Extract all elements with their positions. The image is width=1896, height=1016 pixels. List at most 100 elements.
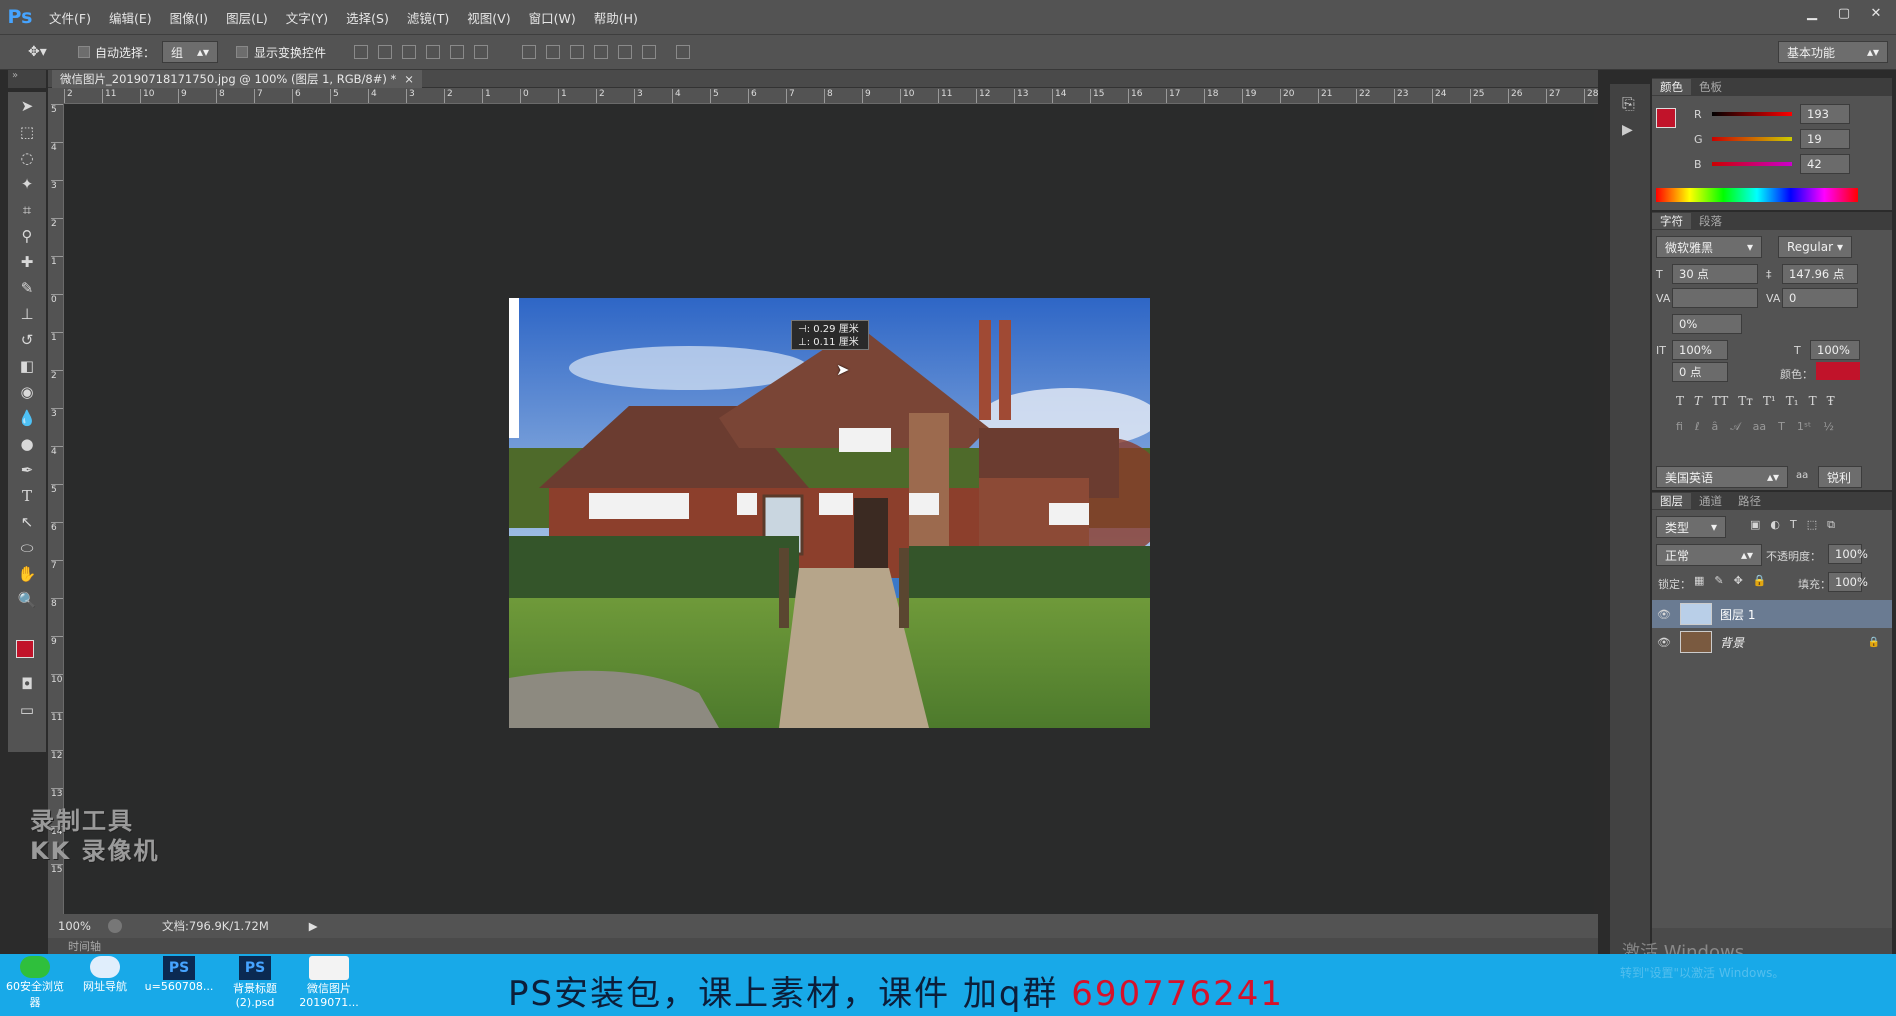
- font-size-input[interactable]: 30 点: [1672, 264, 1758, 284]
- menu-file[interactable]: 文件(F): [40, 8, 100, 27]
- titling-icon[interactable]: aa: [1753, 420, 1766, 434]
- lock-transparent-icon[interactable]: ▦: [1694, 574, 1704, 587]
- eraser-tool-icon[interactable]: ◧: [15, 356, 39, 376]
- healing-brush-tool-icon[interactable]: ✚: [15, 252, 39, 272]
- tab-channels[interactable]: 通道: [1691, 493, 1730, 509]
- filter-smart-icon[interactable]: ⧉: [1827, 518, 1835, 532]
- layer-row[interactable]: 👁 图层 1: [1652, 600, 1892, 628]
- tab-paths[interactable]: 路径: [1730, 493, 1769, 509]
- history-brush-tool-icon[interactable]: ↺: [15, 330, 39, 350]
- auto-select-dropdown[interactable]: 组 ▴▾: [162, 41, 218, 63]
- layer-name[interactable]: 背景: [1720, 634, 1744, 651]
- stylistic-icon[interactable]: 𝒜: [1730, 420, 1740, 434]
- horizontal-scale-input[interactable]: 100%: [1810, 340, 1860, 360]
- faux-bold-icon[interactable]: T: [1676, 394, 1684, 408]
- tab-swatches[interactable]: 色板: [1691, 79, 1730, 95]
- hand-tool-icon[interactable]: ✋: [15, 564, 39, 584]
- font-family-dropdown[interactable]: 微软雅黑 ▾: [1656, 236, 1762, 258]
- taskbar-item[interactable]: PS u=560708...: [144, 954, 214, 1016]
- maximize-icon[interactable]: ▢: [1832, 4, 1856, 22]
- fractions-icon[interactable]: ½: [1823, 420, 1834, 434]
- zoom-tool-icon[interactable]: 🔍: [15, 590, 39, 610]
- quick-mask-icon[interactable]: ◘: [15, 674, 39, 694]
- ellipse-tool-icon[interactable]: ⬭: [15, 538, 39, 558]
- path-selection-tool-icon[interactable]: ↖: [15, 512, 39, 532]
- move-tool-preset-icon[interactable]: ✥▾: [28, 44, 47, 60]
- menu-image[interactable]: 图像(I): [161, 8, 217, 27]
- align-bottom-icon[interactable]: [402, 45, 416, 59]
- document-tab[interactable]: 微信图片_20190718171750.jpg @ 100% (图层 1, RG…: [52, 70, 422, 88]
- all-caps-icon[interactable]: TT: [1712, 394, 1728, 408]
- status-info-icon[interactable]: [108, 919, 122, 933]
- faux-italic-icon[interactable]: T: [1694, 394, 1702, 408]
- align-vcenter-icon[interactable]: [378, 45, 392, 59]
- blur-tool-icon[interactable]: 💧: [15, 408, 39, 428]
- g-slider[interactable]: [1712, 137, 1792, 141]
- eye-icon[interactable]: 👁: [1652, 636, 1676, 649]
- distribute-hcenter-icon[interactable]: [618, 45, 632, 59]
- foreground-color-swatch[interactable]: [16, 640, 34, 658]
- r-input[interactable]: 193: [1800, 104, 1850, 124]
- fill-input[interactable]: 100%: [1828, 572, 1868, 592]
- magic-wand-tool-icon[interactable]: ✦: [15, 174, 39, 194]
- tab-paragraph[interactable]: 段落: [1691, 213, 1730, 229]
- type-tool-icon[interactable]: T: [15, 486, 39, 506]
- brush-tool-icon[interactable]: ✎: [15, 278, 39, 298]
- layer-name[interactable]: 图层 1: [1720, 606, 1755, 623]
- underline-icon[interactable]: T: [1809, 394, 1817, 408]
- filter-type-icon[interactable]: T: [1790, 518, 1797, 532]
- taskbar-item[interactable]: PS 背景标题 (2).psd: [220, 954, 290, 1016]
- canvas-area[interactable]: ⊣: 0.29 厘米 ⊥: 0.11 厘米 ➤ 录制工具 KK 录像机: [30, 104, 1594, 914]
- kerning-input[interactable]: [1672, 288, 1758, 308]
- zoom-level[interactable]: 100%: [58, 919, 102, 933]
- color-spectrum[interactable]: [1656, 188, 1858, 202]
- ligature-icon[interactable]: fi: [1676, 420, 1683, 434]
- blend-mode-dropdown[interactable]: 正常 ▴▾: [1656, 544, 1762, 566]
- ruler-origin[interactable]: [48, 88, 64, 104]
- menu-window[interactable]: 窗口(W): [520, 8, 585, 27]
- b-slider[interactable]: [1712, 162, 1792, 166]
- distribute-vcenter-icon[interactable]: [546, 45, 560, 59]
- taskbar-item[interactable]: 网址导航: [70, 954, 140, 1016]
- r-slider[interactable]: [1712, 112, 1792, 116]
- oldstyle-icon[interactable]: ȃ: [1711, 420, 1718, 434]
- opacity-input[interactable]: 100%: [1828, 544, 1868, 564]
- align-hcenter-icon[interactable]: [450, 45, 464, 59]
- menu-view[interactable]: 视图(V): [458, 8, 519, 27]
- auto-select-checkbox[interactable]: [78, 46, 90, 58]
- layer-row[interactable]: 👁 背景 🔒: [1652, 628, 1892, 656]
- eyedropper-tool-icon[interactable]: ⚲: [15, 226, 39, 246]
- tab-character[interactable]: 字符: [1652, 213, 1691, 229]
- close-tab-icon[interactable]: ×: [404, 72, 414, 86]
- baseline-shift-input[interactable]: 0 点: [1672, 362, 1728, 382]
- anti-alias-dropdown[interactable]: 锐利: [1818, 466, 1862, 488]
- history-panel-icon[interactable]: ⎘: [1622, 94, 1635, 114]
- align-top-icon[interactable]: [354, 45, 368, 59]
- layer-filter-dropdown[interactable]: 类型 ▾: [1656, 516, 1726, 538]
- menu-layer[interactable]: 图层(L): [217, 8, 277, 27]
- distribute-left-icon[interactable]: [594, 45, 608, 59]
- stamp-tool-icon[interactable]: ⊥: [15, 304, 39, 324]
- auto-align-icon[interactable]: [676, 45, 690, 59]
- align-right-icon[interactable]: [474, 45, 488, 59]
- font-style-dropdown[interactable]: Regular ▾: [1778, 236, 1852, 258]
- subscript-icon[interactable]: T₁: [1786, 394, 1799, 408]
- distribute-bottom-icon[interactable]: [570, 45, 584, 59]
- b-input[interactable]: 42: [1800, 154, 1850, 174]
- vertical-scale-input[interactable]: 100%: [1672, 340, 1728, 360]
- pen-tool-icon[interactable]: ✒: [15, 460, 39, 480]
- actions-panel-icon[interactable]: ▶: [1622, 122, 1633, 138]
- eye-icon[interactable]: 👁: [1652, 608, 1676, 621]
- screen-mode-icon[interactable]: ▭: [15, 700, 39, 720]
- distribute-right-icon[interactable]: [642, 45, 656, 59]
- swash-icon[interactable]: ℓ: [1695, 420, 1700, 434]
- strikethrough-icon[interactable]: Ŧ: [1827, 394, 1835, 408]
- leading-input[interactable]: 147.96 点: [1782, 264, 1858, 284]
- minimize-icon[interactable]: ▁: [1800, 4, 1824, 22]
- move-tool-icon[interactable]: ➤: [15, 96, 39, 116]
- superscript-icon[interactable]: T¹: [1763, 394, 1776, 408]
- menu-help[interactable]: 帮助(H): [585, 8, 647, 27]
- lasso-tool-icon[interactable]: ◌: [15, 148, 39, 168]
- document-image[interactable]: ⊣: 0.29 厘米 ⊥: 0.11 厘米 ➤: [509, 298, 1150, 728]
- lock-all-icon[interactable]: 🔒: [1753, 574, 1767, 587]
